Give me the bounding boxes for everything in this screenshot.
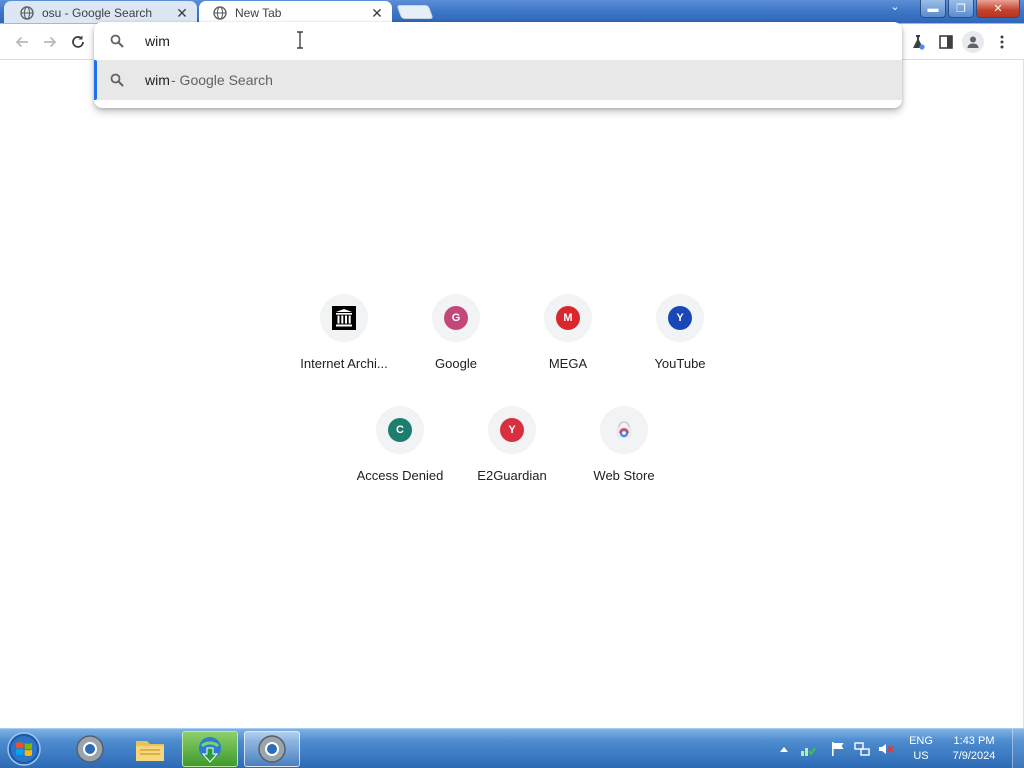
taskbar-chrome-icon[interactable]	[62, 731, 118, 767]
globe-icon	[20, 5, 34, 20]
tab-title: osu - Google Search	[42, 5, 153, 20]
reload-icon[interactable]	[68, 32, 88, 52]
system-clock[interactable]: 1:43 PM 7/9/2024	[944, 734, 1004, 764]
taskbar-idm-icon[interactable]	[182, 731, 238, 767]
shortcut-youtube[interactable]: Y YouTube	[624, 294, 736, 406]
shortcut-icon-bg: C	[376, 406, 424, 454]
omnibox-suggestion[interactable]: wim - Google Search	[94, 60, 902, 100]
forward-arrow-icon[interactable]	[40, 32, 60, 52]
shortcut-label: E2Guardian	[477, 468, 547, 483]
shortcut-label: Internet Archi...	[300, 356, 388, 371]
letter-y-icon: Y	[500, 418, 524, 442]
window-controls: ▬ ❐ ✕	[920, 0, 1020, 18]
show-desktop-button[interactable]	[1012, 729, 1024, 768]
tray-volume-muted-icon[interactable]	[878, 741, 894, 757]
shortcut-icon-bg: Y	[488, 406, 536, 454]
minimize-button[interactable]: ▬	[920, 0, 946, 18]
letter-c-icon: C	[388, 418, 412, 442]
mega-logo-icon: M	[556, 306, 580, 330]
close-window-button[interactable]: ✕	[976, 0, 1020, 18]
tab-close-icon[interactable]: ✕	[173, 4, 191, 22]
tray-network-icon[interactable]	[800, 741, 816, 757]
profile-avatar-icon[interactable]	[962, 31, 984, 53]
language-indicator[interactable]: ENG US	[906, 734, 936, 764]
archive-icon	[320, 294, 368, 342]
suggestion-query: wim	[145, 72, 170, 88]
tray-action-center-flag-icon[interactable]	[830, 741, 846, 757]
taskbar-chrome-active-icon[interactable]	[244, 731, 300, 767]
clock-time: 1:43 PM	[953, 735, 995, 747]
shortcut-web-store[interactable]: Web Store	[568, 406, 680, 518]
shortcut-label: YouTube	[654, 356, 706, 371]
extensions-icon[interactable]	[908, 32, 928, 52]
windows-taskbar: ENG US 1:43 PM 7/9/2024	[0, 728, 1024, 768]
tray-lan-icon[interactable]	[854, 741, 870, 757]
tab-close-icon[interactable]: ✕	[368, 4, 386, 22]
start-button[interactable]	[4, 730, 44, 768]
omnibox-dropdown: wim wim - Google Search	[94, 22, 902, 108]
clock-date: 7/9/2024	[952, 750, 996, 762]
maximize-button[interactable]: ❐	[948, 0, 974, 18]
back-arrow-icon[interactable]	[12, 32, 32, 52]
taskbar-explorer-icon[interactable]	[122, 731, 178, 767]
letter-y-icon: Y	[668, 306, 692, 330]
omnibox-input-row[interactable]: wim	[94, 22, 902, 60]
kebab-menu-icon[interactable]	[992, 32, 1012, 52]
shortcut-google[interactable]: G Google	[400, 294, 512, 406]
shortcut-label: Access Denied	[356, 468, 444, 483]
tab-title: New Tab	[235, 5, 282, 20]
globe-icon	[213, 5, 227, 20]
shortcut-label: Web Store	[593, 468, 655, 483]
side-panel-icon[interactable]	[936, 32, 956, 52]
shortcut-label: Google	[435, 356, 477, 371]
screen: osu - Google Search ✕ New Tab ✕ ⌄ ▬ ❐ ✕	[0, 0, 1024, 768]
shortcut-label: MEGA	[548, 356, 588, 371]
language-code: ENG	[909, 735, 933, 747]
suggestion-source: - Google Search	[171, 72, 273, 88]
browser-titlebar: osu - Google Search ✕ New Tab ✕ ⌄ ▬ ❐ ✕	[0, 0, 1024, 24]
shortcut-access-denied[interactable]: C Access Denied	[344, 406, 456, 518]
search-icon	[110, 73, 124, 92]
text-cursor-icon	[296, 31, 304, 49]
tab-search-dropdown-icon[interactable]: ⌄	[887, 1, 903, 15]
shortcut-e2guardian[interactable]: Y E2Guardian	[456, 406, 568, 518]
suggestion-selection-bar	[94, 60, 97, 100]
shortcut-icon-bg: M	[544, 294, 592, 342]
letter-g-icon: G	[444, 306, 468, 330]
new-tab-button[interactable]	[396, 5, 434, 19]
shortcut-icon-bg: Y	[656, 294, 704, 342]
tab-new-tab[interactable]: New Tab ✕	[199, 1, 392, 24]
shortcut-mega[interactable]: M MEGA	[512, 294, 624, 406]
shortcut-internet-archive[interactable]: Internet Archi...	[288, 294, 400, 406]
search-icon	[110, 34, 124, 53]
webstore-icon	[600, 406, 648, 454]
language-region: US	[913, 750, 929, 762]
shortcut-icon-bg: G	[432, 294, 480, 342]
tray-overflow-arrow-icon[interactable]	[776, 741, 792, 757]
omnibox-input[interactable]: wim	[145, 33, 170, 49]
tab-osu-google-search[interactable]: osu - Google Search ✕	[4, 1, 197, 24]
